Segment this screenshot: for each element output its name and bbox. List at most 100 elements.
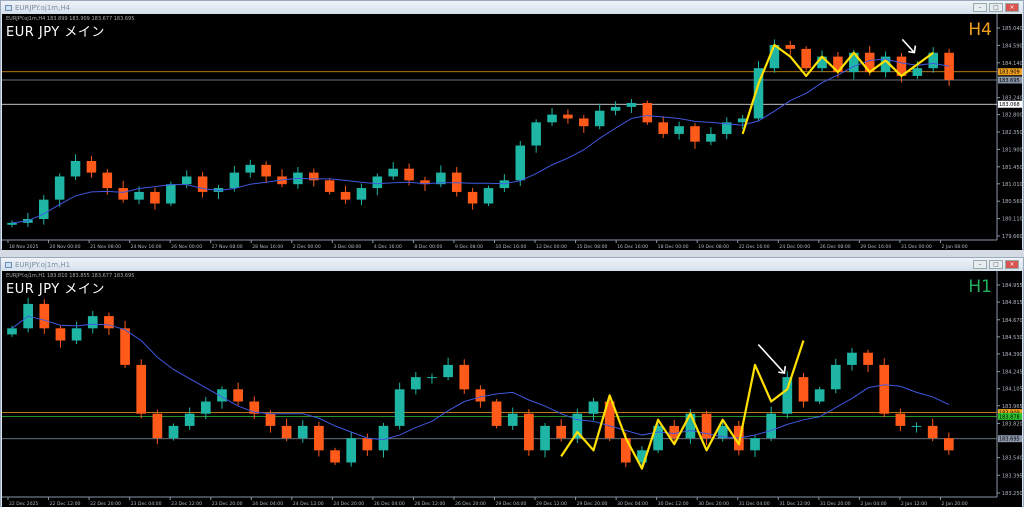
close-button[interactable]: × [1005,260,1019,269]
candle-body [798,377,809,402]
x-tick-label: 23 Dec 12:00 [171,501,202,507]
candle-body [378,425,389,451]
candle-body [547,114,557,123]
x-tick-label: 24 Dec 00:00 [779,244,810,250]
minimize-button[interactable]: – [973,3,987,12]
y-tick-label: 184.140 [1002,61,1023,67]
h1-chart[interactable]: 184.955 184.815 184.670 184.530 184.390 184.2… [2,271,1023,507]
x-tick-label: 23 Dec 20:00 [212,501,243,507]
candle-body [674,126,684,134]
x-tick-label: 22 Dec 20:00 [90,501,121,507]
candle-body [410,377,421,390]
h4-chart-window: EURJPY.oj1m,H4 – □ × 185.040 184.590 184.140… [0,0,1024,250]
title-bar[interactable]: EURJPY.oj1m,H4 – □ × [1,1,1023,14]
price-label: 183.695 [999,437,1020,443]
candle-body [531,122,541,146]
candle-body [261,164,271,177]
candle-body [297,425,308,439]
y-tick-label: 184.530 [1002,335,1023,341]
candle-body [814,389,825,402]
y-tick-label: 183.820 [1002,421,1023,427]
title-bar[interactable]: EURJPY.oj1m,H1 – □ × [1,258,1023,271]
x-tick-label: 26 Nov 00:00 [171,244,202,250]
y-tick-label: 184.590 [1002,43,1023,49]
x-tick-label: 19 Dec 08:00 [698,244,729,250]
x-tick-label: 24 Dec 04:00 [252,501,283,507]
x-tick-label: 24 Dec 12:00 [293,501,324,507]
y-tick-label: 183.540 [1002,456,1023,462]
x-tick-label: 2 Jan 20:00 [941,501,967,507]
price-label: 183.878 [999,414,1020,420]
y-tick-label: 185.040 [1002,26,1023,32]
candle-body [459,364,470,390]
minimize-button[interactable]: – [973,260,987,269]
y-tick-label: 183.965 [1002,404,1023,410]
candle-body [404,168,414,181]
candle-body [507,413,518,426]
x-tick-label: 29 Dec 04:00 [496,501,527,507]
candle-body [690,126,700,142]
candle-body [265,413,276,426]
candle-body [830,364,841,390]
candle-body [54,176,65,200]
candle-body [491,401,502,426]
y-tick-label: 184.955 [1002,283,1023,289]
y-tick-label: 182.800 [1002,113,1023,119]
y-tick-label: 183.240 [1002,96,1023,102]
x-tick-label: 24 Nov 16:00 [131,244,162,250]
x-tick-label: 22 Dec 2025 [9,501,38,507]
chart-canvas: 185.040 184.590 184.140 183.240 182.800 182.3… [2,14,1023,250]
y-tick-label: 184.670 [1002,318,1023,324]
candle-body [340,191,351,200]
y-tick-label: 184.390 [1002,352,1023,358]
y-tick-label: 184.815 [1002,300,1023,306]
symbol-label: EUR JPY メイン [6,25,105,40]
candle-body [556,425,567,439]
candle-body [944,438,954,451]
y-tick-label: 181.450 [1002,165,1023,171]
chart-window-icon [5,4,12,11]
candle-body [782,377,793,414]
candle-body [579,118,589,127]
x-tick-label: 9 Dec 08:00 [455,244,483,250]
timeframe-label: H4 [968,20,992,40]
symbol-label: EUR JPY メイン [6,282,105,297]
candle-body [785,45,796,49]
close-button[interactable]: × [1005,3,1019,12]
candle-body [895,413,906,426]
x-tick-label: 12 Dec 00:00 [536,244,567,250]
chart-window-icon [5,261,12,268]
candle-body [324,180,335,192]
y-tick-label: 181.010 [1002,182,1023,188]
candle-body [356,188,367,200]
x-tick-label: 10 Dec 16:00 [496,244,527,250]
candle-body [642,103,653,123]
candle-body [863,352,873,365]
x-tick-label: 26 Dec 20:00 [455,501,486,507]
candle-body [86,160,97,173]
candle-body [394,389,405,426]
candle-body [166,184,176,204]
y-tick-label: 181.900 [1002,147,1023,153]
x-tick-label: 24 Dec 20:00 [333,501,364,507]
x-tick-label: 29 Dec 20:00 [577,501,608,507]
candle-body [620,438,631,463]
candle-body [944,52,954,80]
candle-body [388,168,398,177]
x-tick-label: 21 Nov 08:00 [90,244,121,250]
x-tick-label: 29 Dec 12:00 [536,501,567,507]
h4-chart[interactable]: 185.040 184.590 184.140 183.240 182.800 182.3… [2,14,1023,250]
candle-body [610,106,621,111]
x-tick-label: 30 Dec 20:00 [698,501,729,507]
price-label: 183.909 [999,70,1020,76]
x-tick-label: 2 Jan 12:00 [901,501,927,507]
maximize-button[interactable]: □ [989,3,1003,12]
x-tick-label: 16 Dec 16:00 [617,244,648,250]
x-tick-label: 2 Jan 08:00 [941,244,967,250]
x-tick-label: 2 Jan 04:00 [860,501,886,507]
candle-body [134,191,144,200]
x-tick-label: 29 Dec 16:00 [860,244,891,250]
maximize-button[interactable]: □ [989,260,1003,269]
candle-body [515,145,526,181]
candle-body [152,413,163,439]
